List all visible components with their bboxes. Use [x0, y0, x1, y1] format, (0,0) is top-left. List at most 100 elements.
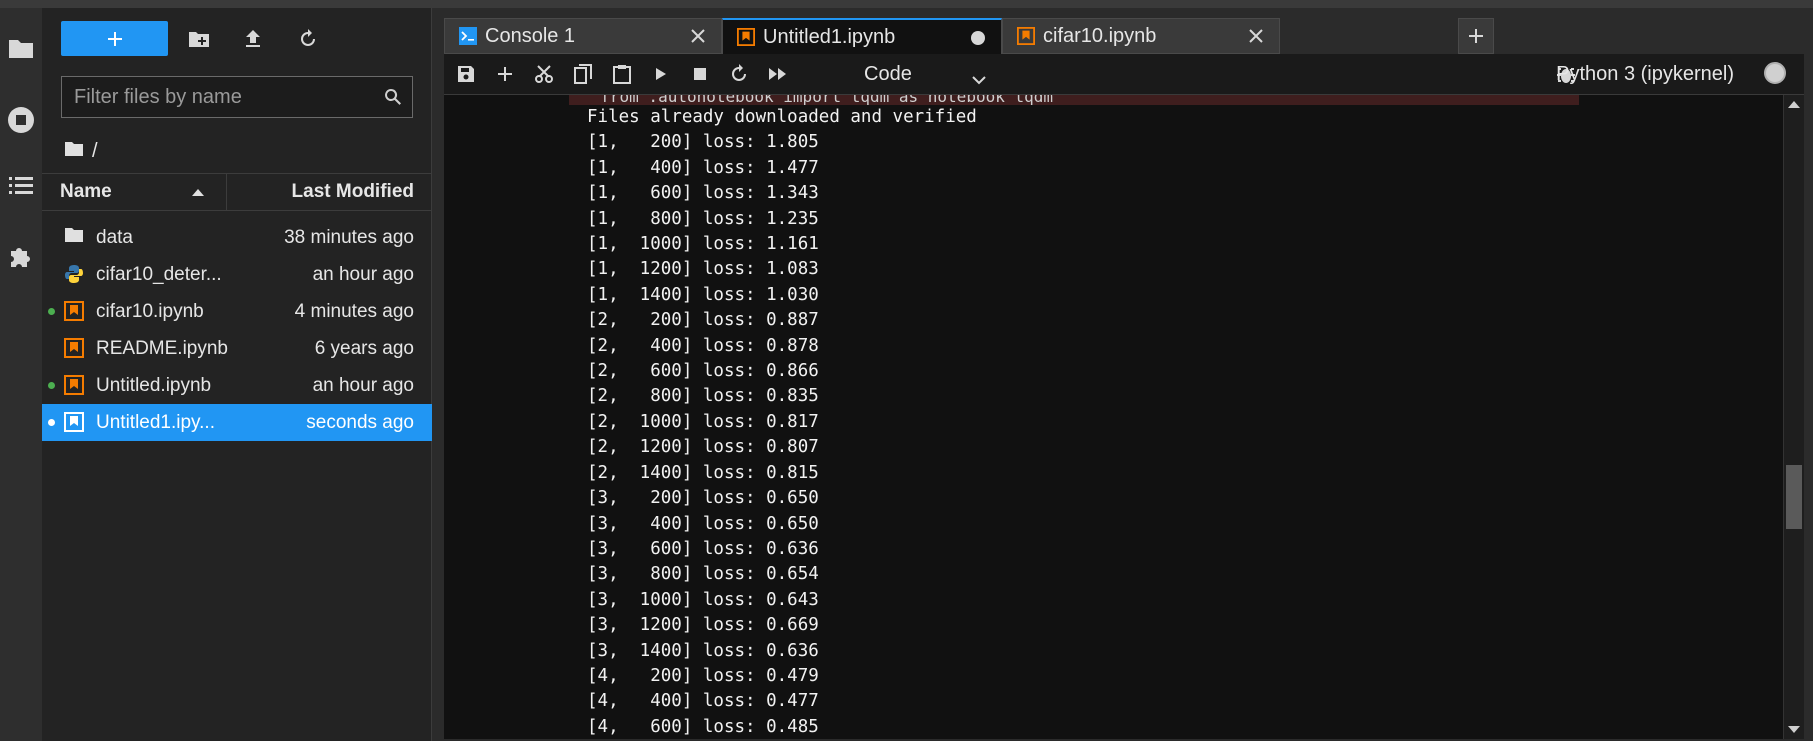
output-line: [4, 400] loss: 0.477: [587, 691, 819, 712]
cut-icon[interactable]: [526, 54, 562, 94]
output-line: [2, 200] loss: 0.887: [587, 310, 819, 331]
output-line: [2, 1000] loss: 0.817: [587, 411, 819, 432]
output-line: [4, 200] loss: 0.479: [587, 665, 819, 686]
file-row[interactable]: cifar10.ipynb 4 minutes ago: [42, 293, 432, 330]
file-list-header: Name Last Modified: [42, 173, 432, 211]
output-line: [3, 1000] loss: 0.643: [587, 589, 819, 610]
output-line: [1, 1000] loss: 1.161: [587, 234, 819, 255]
close-icon[interactable]: [1247, 27, 1265, 45]
notebook-icon: [64, 338, 86, 360]
file-name: README.ipynb: [96, 337, 228, 359]
column-name-label: Name: [60, 181, 112, 202]
new-tab-button[interactable]: [1458, 18, 1494, 54]
output-line: [3, 400] loss: 0.650: [587, 513, 819, 534]
file-modified: 6 years ago: [314, 337, 414, 359]
output-line: [3, 600] loss: 0.636: [587, 538, 819, 559]
output-line: [1, 600] loss: 1.343: [587, 183, 819, 204]
notebook-icon: [64, 301, 86, 323]
file-modified: 38 minutes ago: [284, 226, 414, 248]
output-line: [1, 200] loss: 1.805: [587, 132, 819, 153]
close-icon[interactable]: [689, 27, 707, 45]
chevron-down-icon: [972, 68, 986, 91]
output-line: [1, 1400] loss: 1.030: [587, 284, 819, 305]
window-top-strip: [0, 0, 1813, 8]
file-modified: 4 minutes ago: [294, 300, 414, 322]
output-line: [3, 200] loss: 0.650: [587, 488, 819, 509]
file-modified: an hour ago: [312, 374, 414, 396]
tab-bar: cifar10.ipynb Untitled1.ipynb Console 1: [444, 18, 1813, 54]
stderr-output-line: from .autonotebook import tqdm as notebo…: [569, 95, 1579, 105]
new-folder-icon[interactable]: [181, 21, 217, 56]
file-row[interactable]: Untitled1.ipy... seconds ago: [42, 404, 432, 441]
running-indicator: [48, 382, 55, 389]
paste-icon[interactable]: [604, 54, 640, 94]
save-icon[interactable]: [448, 54, 484, 94]
file-name: cifar10.ipynb: [96, 300, 204, 322]
output-line: [2, 400] loss: 0.878: [587, 335, 819, 356]
folder-icon[interactable]: [64, 140, 84, 163]
file-filter-field[interactable]: [61, 76, 413, 118]
notebook-scrollbar[interactable]: [1783, 95, 1804, 739]
new-launcher-button[interactable]: [61, 21, 168, 56]
tab-console[interactable]: Console 1: [444, 18, 722, 54]
main-dock-panel: cifar10.ipynb Untitled1.ipynb Console 1: [432, 8, 1813, 741]
output-line: [2, 600] loss: 0.866: [587, 361, 819, 382]
toc-icon[interactable]: [0, 166, 42, 206]
run-icon[interactable]: [643, 54, 679, 94]
console-icon: [459, 27, 477, 45]
fast-forward-icon[interactable]: [760, 54, 796, 94]
notebook-icon: [64, 375, 86, 397]
file-row[interactable]: cifar10_deter... an hour ago: [42, 256, 432, 293]
output-line: [3, 1200] loss: 0.669: [587, 615, 819, 636]
output-line: [4, 600] loss: 0.485: [587, 716, 819, 737]
scroll-up-arrow[interactable]: [1788, 101, 1800, 108]
output-line: [3, 1400] loss: 0.636: [587, 640, 819, 661]
output-line: [2, 800] loss: 0.835: [587, 386, 819, 407]
tab-notebook[interactable]: Untitled1.ipynb: [722, 18, 1002, 54]
kernel-name[interactable]: Python 3 (ipykernel): [1556, 54, 1734, 94]
refresh-icon[interactable]: [290, 21, 326, 56]
output-line: Files already downloaded and verified: [587, 107, 977, 127]
running-indicator: [48, 419, 55, 426]
file-browser-panel: / Name Last Modified data 38 minutes ago c…: [42, 8, 432, 741]
folder-icon[interactable]: [0, 28, 42, 68]
file-filter-input[interactable]: [62, 84, 374, 110]
output-line: [2, 1200] loss: 0.807: [587, 437, 819, 458]
file-row[interactable]: README.ipynb 6 years ago: [42, 330, 432, 367]
tab-label: cifar10.ipynb: [1043, 24, 1157, 47]
breadcrumb-root[interactable]: /: [92, 140, 98, 163]
output-line: [1, 800] loss: 1.235: [587, 208, 819, 229]
notebook-content[interactable]: from .autonotebook import tqdm as notebo…: [444, 95, 1804, 739]
output-line: [2, 1400] loss: 0.815: [587, 462, 819, 483]
column-header-name[interactable]: Name: [42, 174, 227, 210]
column-header-modified[interactable]: Last Modified: [227, 181, 432, 203]
file-name: data: [96, 226, 133, 248]
file-row[interactable]: Untitled.ipynb an hour ago: [42, 367, 432, 404]
scroll-down-arrow[interactable]: [1788, 726, 1800, 733]
output-line: [1, 1200] loss: 1.083: [587, 259, 819, 280]
notebook-icon: [737, 28, 755, 46]
activity-bar: [0, 8, 42, 741]
cell-type-dropdown[interactable]: Code: [858, 59, 994, 89]
search-icon: [374, 87, 412, 107]
file-name: Untitled.ipynb: [96, 374, 212, 396]
cell-type-value: Code: [864, 62, 912, 85]
unsaved-dot-icon[interactable]: [971, 31, 985, 45]
file-name: cifar10_deter...: [96, 263, 222, 285]
tab-notebook[interactable]: cifar10.ipynb: [1002, 18, 1280, 54]
insert-cell-icon[interactable]: [487, 54, 523, 94]
notebook-toolbar: Code Python 3 (ipykernel): [444, 54, 1804, 95]
folder-icon: [64, 227, 86, 249]
python-icon: [64, 264, 86, 286]
copy-icon[interactable]: [565, 54, 601, 94]
file-modified: seconds ago: [306, 411, 414, 433]
tab-label: Console 1: [485, 24, 576, 47]
restart-icon[interactable]: [721, 54, 757, 94]
file-row[interactable]: data 38 minutes ago: [42, 219, 432, 256]
file-name: Untitled1.ipy...: [96, 411, 215, 433]
running-icon[interactable]: [0, 100, 42, 140]
upload-icon[interactable]: [235, 21, 271, 56]
scrollbar-thumb[interactable]: [1786, 465, 1802, 529]
stop-icon[interactable]: [682, 54, 718, 94]
extension-icon[interactable]: [0, 236, 42, 276]
